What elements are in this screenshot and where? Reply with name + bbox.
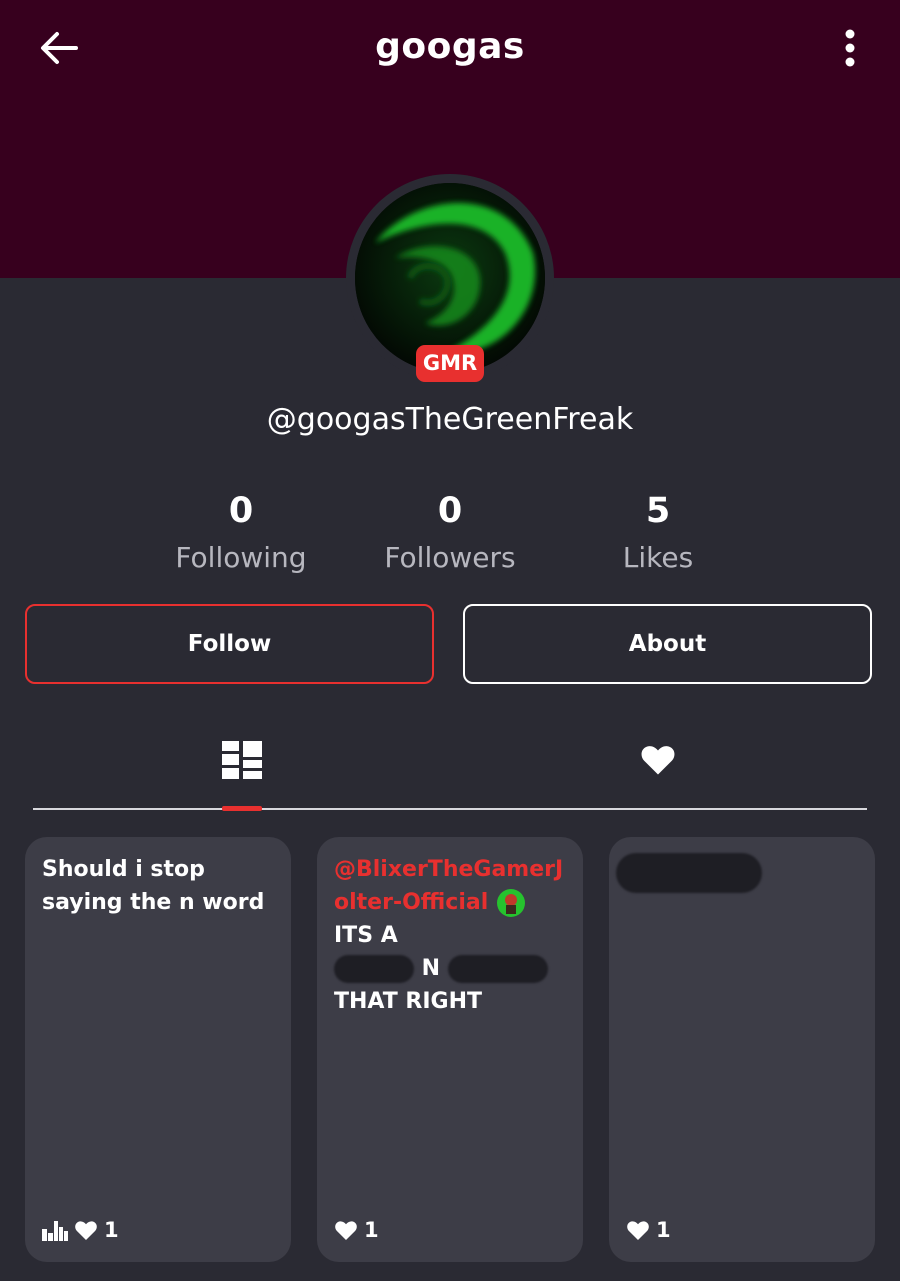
post-footer: 1 [334,1218,379,1242]
grid-icon [222,741,262,779]
mention-avatar-icon [496,889,525,917]
post-footer: 1 [42,1218,119,1242]
redaction-mark [334,955,414,983]
user-mention[interactable]: @BlixerTheGamerJolter-Official [334,857,563,915]
tab-divider [33,808,867,810]
post-text: @BlixerTheGamerJolter-Official ITS A N T… [334,853,570,1018]
post-text-part: ITS A [334,923,398,948]
username-handle: @googasTheGreenFreak [266,402,634,437]
stat-following[interactable]: 0 Following [136,488,346,582]
like-count: 1 [364,1218,379,1242]
about-button[interactable]: About [463,604,872,684]
post-text [616,853,862,893]
heart-icon [627,1220,649,1240]
redaction-mark [447,955,548,983]
more-vertical-icon [845,29,855,67]
redaction-mark [616,853,762,893]
stat-likes: 5 Likes [553,488,763,582]
stat-likes-value: 5 [645,491,671,531]
post-text: Should i stop saying the n word [42,857,265,915]
tab-liked[interactable] [618,728,698,792]
active-tab-indicator [222,806,262,811]
post-card[interactable]: Should i stop saying the n word 1 [25,837,291,1262]
follow-button[interactable]: Follow [25,604,434,684]
more-options-button[interactable] [832,26,868,70]
heart-icon [75,1220,97,1240]
post-footer: 1 [626,1218,671,1242]
gmr-badge: GMR [416,345,484,382]
stat-followers-label: Followers [384,541,516,574]
stat-followers-value: 0 [437,491,463,531]
stat-likes-label: Likes [622,541,694,574]
stats-bars-icon [42,1221,68,1241]
like-count: 1 [656,1218,671,1242]
tab-posts[interactable] [202,728,282,792]
stat-followers[interactable]: 0 Followers [345,488,555,582]
stat-following-label: Following [175,541,307,574]
stat-following-value: 0 [228,491,254,531]
heart-icon [641,746,675,775]
post-card[interactable]: @BlixerTheGamerJolter-Official ITS A N T… [317,837,583,1262]
post-text-part: THAT RIGHT [334,989,483,1014]
like-count: 1 [104,1218,119,1242]
page-title: googas [375,26,525,67]
heart-icon [335,1220,357,1240]
post-text-part: N [421,956,441,981]
post-card[interactable]: 1 [609,837,875,1262]
